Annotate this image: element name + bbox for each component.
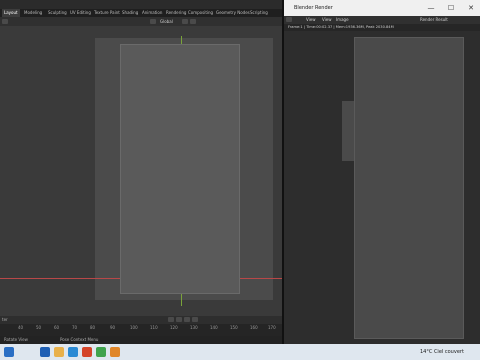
windows-taskbar: 14°C Ciel couvert <box>0 344 480 360</box>
frame-tick: 80 <box>90 325 96 330</box>
timeline[interactable]: 40 50 60 70 80 90 100 110 120 130 140 15… <box>0 324 282 336</box>
jump-start-icon[interactable] <box>168 317 174 322</box>
render-window: Blender Render — ☐ ✕ View View Image Ren… <box>284 0 480 344</box>
tab-animation[interactable]: Animation <box>140 9 164 17</box>
frame-tick: 100 <box>130 325 138 330</box>
status-rotate-view: Rotate View <box>4 337 28 342</box>
frame-tick: 50 <box>36 325 42 330</box>
frame-tick: 130 <box>190 325 198 330</box>
3d-viewport[interactable] <box>0 26 282 316</box>
tab-rendering[interactable]: Rendering <box>164 9 188 17</box>
frame-tick: 150 <box>230 325 238 330</box>
tab-sculpting[interactable]: Sculpting <box>46 9 69 17</box>
menu-view[interactable]: View <box>306 16 316 24</box>
tab-compositing[interactable]: Compositing <box>186 9 215 17</box>
editor-type-icon[interactable] <box>2 19 8 24</box>
frame-tick: 60 <box>54 325 60 330</box>
render-stats: Frame:1 | Time:00:02.37 | Mem:1936.36M, … <box>288 25 394 29</box>
tab-layout[interactable]: Layout <box>2 9 20 17</box>
workspace-tabs: Layout Modeling Sculpting UV Editing Tex… <box>0 9 282 17</box>
edge-icon[interactable] <box>68 347 78 357</box>
menu-image[interactable]: Image <box>336 16 349 24</box>
proportional-edit-icon[interactable] <box>190 19 196 24</box>
tab-texture-paint[interactable]: Texture Paint <box>92 9 122 17</box>
close-icon[interactable]: ✕ <box>464 0 478 16</box>
render-titlebar[interactable]: Blender Render — ☐ ✕ <box>284 0 480 16</box>
viewport-figure-placeholder[interactable] <box>120 44 240 294</box>
taskbar-app-icon[interactable] <box>40 347 50 357</box>
timeline-header: ter <box>0 316 282 324</box>
render-image-area[interactable] <box>284 31 480 344</box>
weather-widget[interactable]: 14°C Ciel couvert <box>420 344 464 360</box>
frame-tick: 40 <box>18 325 24 330</box>
render-window-title: Blender Render <box>294 5 333 11</box>
start-icon[interactable] <box>4 347 14 357</box>
tab-scripting[interactable]: Scripting <box>248 9 270 17</box>
blender-main-window: Layout Modeling Sculpting UV Editing Tex… <box>0 0 282 344</box>
blender-icon[interactable] <box>110 347 120 357</box>
office-icon[interactable] <box>82 347 92 357</box>
timeline-label: ter <box>2 317 8 322</box>
play-reverse-icon[interactable] <box>176 317 182 322</box>
render-result-placeholder <box>354 37 464 339</box>
editor-type-icon[interactable] <box>286 17 292 22</box>
image-editor-header: View View Image Render Result <box>284 16 480 24</box>
maximize-icon[interactable]: ☐ <box>444 0 458 16</box>
frame-tick: 120 <box>170 325 178 330</box>
jump-end-icon[interactable] <box>192 317 198 322</box>
tab-shading[interactable]: Shading <box>120 9 140 17</box>
frame-tick: 140 <box>210 325 218 330</box>
frame-tick: 90 <box>110 325 116 330</box>
frame-tick: 110 <box>150 325 158 330</box>
status-context-menu: Pose Context Menu <box>60 337 99 342</box>
minimize-icon[interactable]: — <box>424 0 438 16</box>
frame-tick: 170 <box>268 325 276 330</box>
status-bar: Rotate View Pose Context Menu <box>0 336 282 344</box>
render-info-bar: Frame:1 | Time:00:02.37 | Mem:1936.36M, … <box>284 24 480 31</box>
chrome-icon[interactable] <box>96 347 106 357</box>
viewport-header: Pose Global <box>0 17 282 33</box>
tab-uv-editing[interactable]: UV Editing <box>68 9 93 17</box>
play-icon[interactable] <box>184 317 190 322</box>
file-explorer-icon[interactable] <box>54 347 64 357</box>
orientation-dropdown[interactable]: Global <box>160 17 173 26</box>
transform-pivot-icon[interactable] <box>150 19 156 24</box>
tab-geometry-nodes[interactable]: Geometry Nodes <box>214 9 252 17</box>
render-slot-dropdown[interactable]: Render Result <box>420 16 448 24</box>
snap-icon[interactable] <box>182 19 188 24</box>
frame-tick: 70 <box>72 325 78 330</box>
tab-modeling[interactable]: Modeling <box>22 9 44 17</box>
frame-tick: 160 <box>250 325 258 330</box>
menu-view-2[interactable]: View <box>322 16 332 24</box>
